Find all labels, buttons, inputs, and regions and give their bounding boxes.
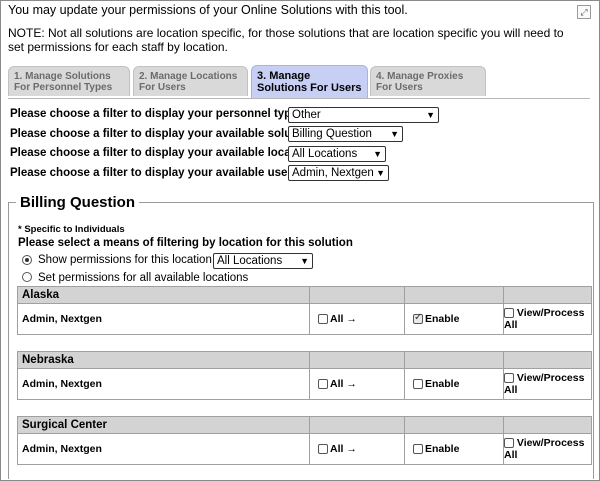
all-locations-radio[interactable] <box>22 272 32 282</box>
view-process-all-label: All <box>504 384 518 396</box>
user-name: Admin, Nextgen <box>17 368 310 400</box>
location-table-surgical-center: Surgical Center Admin, Nextgen All → Ena… <box>17 416 592 465</box>
means-label: Please select a means of filtering by lo… <box>18 237 353 249</box>
chevron-down-icon: ▼ <box>300 256 309 266</box>
locations-filter-label: Please choose a filter to display your a… <box>10 147 319 159</box>
enable-label: Enable <box>425 313 460 326</box>
user-name: Admin, Nextgen <box>17 433 310 465</box>
all-locations-label: Set permissions for all available locati… <box>38 272 249 284</box>
solution-select[interactable]: Billing Question ▼ <box>288 126 403 142</box>
chevron-down-icon: ▼ <box>390 129 399 139</box>
solution-value: Billing Question <box>292 128 372 140</box>
tab-divider <box>8 98 590 99</box>
user-select[interactable]: Admin, Nextgen ▼ <box>288 165 389 181</box>
all-checkbox[interactable] <box>318 379 328 390</box>
location-name: Nebraska <box>17 351 310 369</box>
tab-manage-solutions-users[interactable]: 3. Manage Solutions For Users <box>251 65 368 98</box>
personnel-filter-label: Please choose a filter to display your p… <box>10 108 312 120</box>
permission-location-select[interactable]: All Locations ▼ <box>213 253 313 269</box>
enable-checkbox[interactable] <box>413 379 423 390</box>
personnel-type-value: Other <box>292 109 321 121</box>
expand-icon[interactable]: ⤢ <box>577 5 591 19</box>
specific-note: * Specific to Individuals <box>18 224 125 235</box>
chevron-down-icon: ▼ <box>373 149 382 159</box>
all-label: All → <box>330 443 357 456</box>
chevron-down-icon: ▼ <box>426 110 435 120</box>
enable-label: Enable <box>425 443 460 456</box>
permission-location-value: All Locations <box>217 255 283 267</box>
location-select[interactable]: All Locations ▼ <box>288 146 386 162</box>
view-process-checkbox[interactable] <box>504 438 514 449</box>
show-location-label: Show permissions for this location <box>38 254 212 266</box>
view-process-label: View/Process <box>516 437 585 449</box>
location-name: Alaska <box>17 286 310 304</box>
show-location-radio[interactable] <box>22 255 32 265</box>
personnel-type-select[interactable]: Other ▼ <box>288 107 439 123</box>
user-name: Admin, Nextgen <box>17 303 310 335</box>
all-checkbox[interactable] <box>318 444 328 455</box>
chevron-down-icon: ▼ <box>376 168 385 178</box>
view-process-all-label: All <box>504 319 518 331</box>
location-table-alaska: Alaska Admin, Nextgen All → Enable View/… <box>17 286 592 335</box>
enable-checkbox[interactable] <box>413 312 423 325</box>
view-process-label: View/Process <box>516 372 585 384</box>
view-process-label: View/Process <box>516 307 585 319</box>
all-checkbox[interactable] <box>318 314 328 325</box>
tab-manage-proxies-users[interactable]: 4. Manage Proxies For Users <box>370 66 486 96</box>
location-name: Surgical Center <box>17 416 310 434</box>
view-process-all-label: All <box>504 449 518 461</box>
location-value: All Locations <box>292 148 358 160</box>
intro-text: You may update your permissions of your … <box>8 3 408 17</box>
enable-label: Enable <box>425 378 460 391</box>
all-label: All → <box>330 313 357 326</box>
solutions-filter-label: Please choose a filter to display your a… <box>10 128 319 140</box>
view-process-checkbox[interactable] <box>504 373 514 384</box>
solution-title: Billing Question <box>16 194 139 211</box>
enable-checkbox[interactable] <box>413 444 423 455</box>
all-label: All → <box>330 378 357 391</box>
tab-manage-locations-users[interactable]: 2. Manage Locations For Users <box>133 66 248 96</box>
location-table-nebraska: Nebraska Admin, Nextgen All → Enable Vie… <box>17 351 592 400</box>
view-process-checkbox[interactable] <box>504 308 514 319</box>
tab-bar: 1. Manage Solutions For Personnel Types … <box>8 65 598 98</box>
note-text: NOTE: Not all solutions are location spe… <box>8 26 564 54</box>
users-filter-label: Please choose a filter to display your a… <box>10 167 299 179</box>
user-value: Admin, Nextgen <box>292 167 374 179</box>
tab-manage-solutions-personnel[interactable]: 1. Manage Solutions For Personnel Types <box>8 66 130 96</box>
